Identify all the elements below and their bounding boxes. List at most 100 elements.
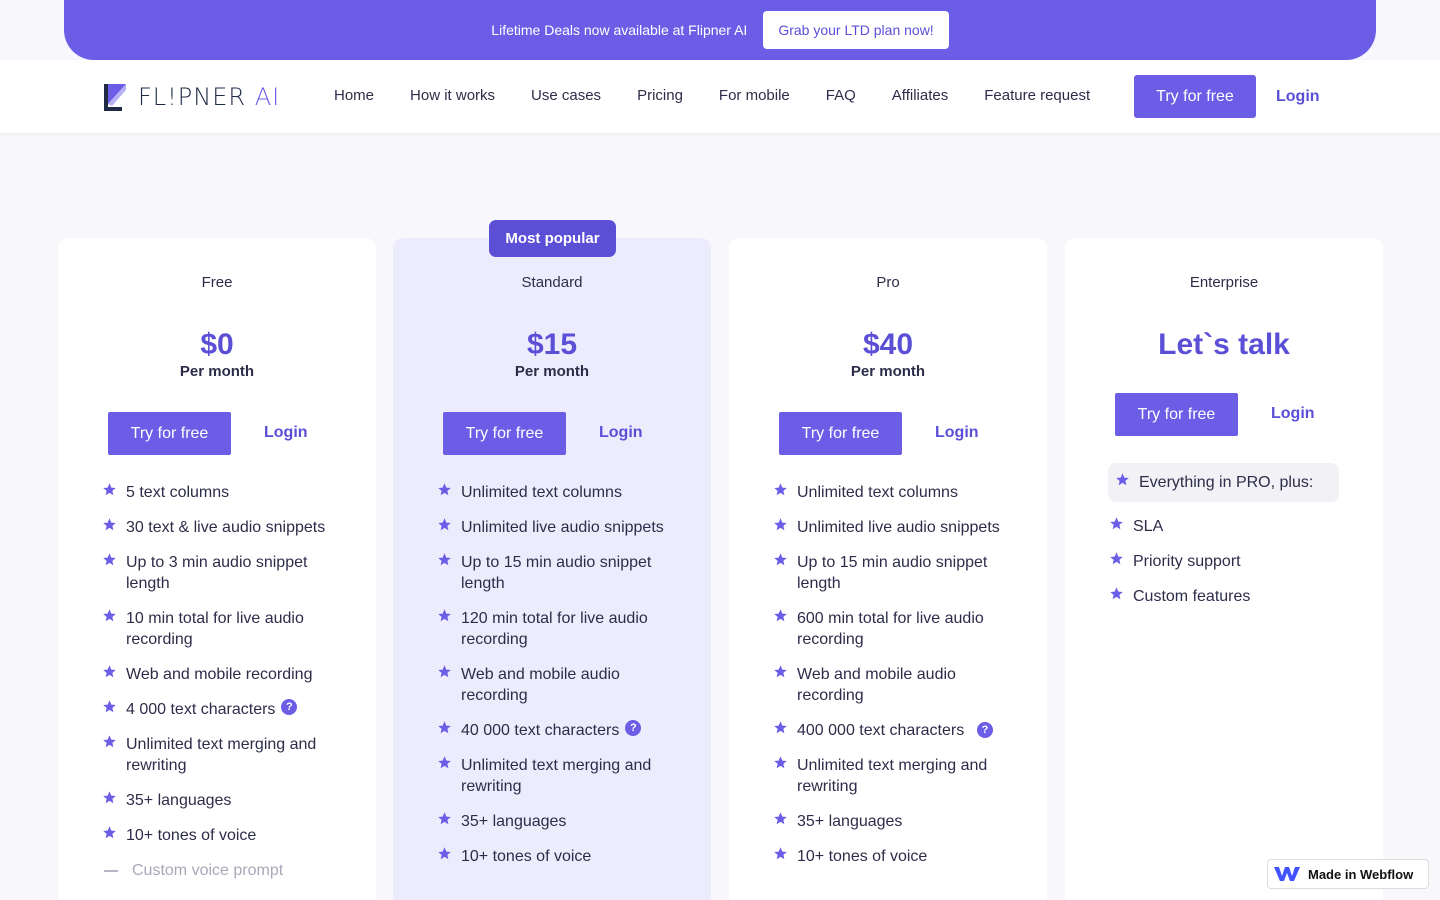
header-login-link[interactable]: Login [1276,88,1320,106]
feature-item-unavailable: Custom voice prompt [102,860,352,881]
star-icon [103,665,116,678]
feature-item: Up to 15 min audio snippet length [773,552,1023,594]
nav-pricing[interactable]: Pricing [637,87,683,104]
header-try-button[interactable]: Try for free [1134,75,1256,118]
plan-price: $0 [200,328,234,361]
star-icon [774,553,787,566]
star-icon [103,735,116,748]
feature-item: Web and mobile audio recording [437,664,687,706]
everything-in-pro-box: Everything in PRO, plus: [1108,463,1339,502]
star-icon [103,700,116,713]
star-icon [103,483,116,496]
logo[interactable]: FL!PNER AI [104,83,280,111]
help-icon[interactable]: ? [281,699,298,715]
star-icon [103,791,116,804]
star-icon [774,847,787,860]
feature-item: Unlimited text merging and rewriting [437,755,687,797]
nav-faq[interactable]: FAQ [826,87,856,104]
star-icon [774,483,787,496]
star-icon [103,609,116,622]
plan-name: Free [201,274,233,291]
ltd-plan-button[interactable]: Grab your LTD plan now! [763,11,949,49]
feature-item: 35+ languages [437,811,687,832]
logo-mark-icon [104,83,126,111]
most-popular-badge: Most popular [489,220,616,257]
try-button[interactable]: Try for free [1115,393,1238,436]
star-icon [438,483,451,496]
login-link[interactable]: Login [1271,405,1315,423]
feature-item: 10+ tones of voice [102,825,352,846]
star-icon [438,609,451,622]
feature-item: 10+ tones of voice [437,846,687,867]
star-icon [1110,552,1123,565]
promo-banner: Lifetime Deals now available at Flipner … [64,0,1376,60]
feature-list: SLA Priority support Custom features [1109,516,1359,621]
login-link[interactable]: Login [935,424,979,442]
plan-name: Enterprise [1189,274,1259,291]
try-button[interactable]: Try for free [108,412,231,455]
try-button[interactable]: Try for free [779,412,902,455]
feature-item: Unlimited text columns [773,482,1023,503]
plan-period: Per month [850,363,926,380]
nav-home[interactable]: Home [334,87,374,104]
plan-price: Let`s talk [1158,328,1290,361]
help-icon[interactable]: ? [977,722,993,738]
plan-name: Pro [876,274,900,291]
plan-period: Per month [514,363,590,380]
site-header: FL!PNER AI Home How it works Use cases P… [0,60,1440,133]
banner-text: Lifetime Deals now available at Flipner … [491,22,748,38]
star-icon [438,553,451,566]
dash-icon [104,870,118,872]
star-icon [103,553,116,566]
plan-name: Standard [521,274,583,291]
feature-item: Custom features [1109,586,1359,607]
feature-item: SLA [1109,516,1359,537]
feature-item: 600 min total for live audio recording [773,608,1023,650]
feature-item: 5 text columns [102,482,352,503]
try-button[interactable]: Try for free [443,412,566,455]
logo-text: FL!PNER AI [138,83,281,111]
login-link[interactable]: Login [599,424,643,442]
nav-affiliates[interactable]: Affiliates [892,87,948,104]
help-icon[interactable]: ? [625,720,642,736]
star-icon [103,518,116,531]
feature-item: 10+ tones of voice [773,846,1023,867]
main-nav: Home How it works Use cases Pricing For … [334,87,1090,104]
feature-item: Unlimited text merging and rewriting [773,755,1023,797]
feature-item: Up to 3 min audio snippet length [102,552,352,594]
star-icon [438,756,451,769]
feature-item: 4 000 text characters? [102,699,352,720]
feature-item: 400 000 text characters? [773,720,1023,741]
plan-price: $40 [862,328,914,361]
plan-period: Per month [179,363,255,380]
webflow-text: Made in Webflow [1308,866,1414,882]
feature-item: Web and mobile recording [102,664,352,685]
star-icon [774,812,787,825]
webflow-logo-icon [1274,867,1300,881]
nav-use-cases[interactable]: Use cases [531,87,601,104]
star-icon [438,721,451,734]
feature-item: 120 min total for live audio recording [437,608,687,650]
star-icon [1116,473,1129,486]
login-link[interactable]: Login [264,424,308,442]
feature-item: Unlimited live audio snippets [437,517,687,538]
feature-item: Unlimited text columns [437,482,687,503]
made-in-webflow-badge[interactable]: Made in Webflow [1267,859,1429,889]
nav-how-it-works[interactable]: How it works [410,87,495,104]
feature-list: Unlimited text columns Unlimited live au… [437,482,687,881]
star-icon [774,721,787,734]
feature-item: Everything in PRO, plus: [1115,472,1335,493]
nav-for-mobile[interactable]: For mobile [719,87,790,104]
nav-feature-request[interactable]: Feature request [984,87,1090,104]
plan-card-pro: Pro $40 Per month Try for free Login Unl… [729,238,1047,900]
star-icon [438,665,451,678]
star-icon [438,847,451,860]
plan-card-standard: Standard $15 Per month Try for free Logi… [393,238,711,900]
feature-item: 35+ languages [773,811,1023,832]
plan-price: $15 [526,328,578,361]
star-icon [1110,517,1123,530]
star-icon [1110,587,1123,600]
feature-item: Unlimited text merging and rewriting [102,734,352,776]
feature-list: 5 text columns 30 text & live audio snip… [102,482,352,895]
feature-item: Up to 15 min audio snippet length [437,552,687,594]
